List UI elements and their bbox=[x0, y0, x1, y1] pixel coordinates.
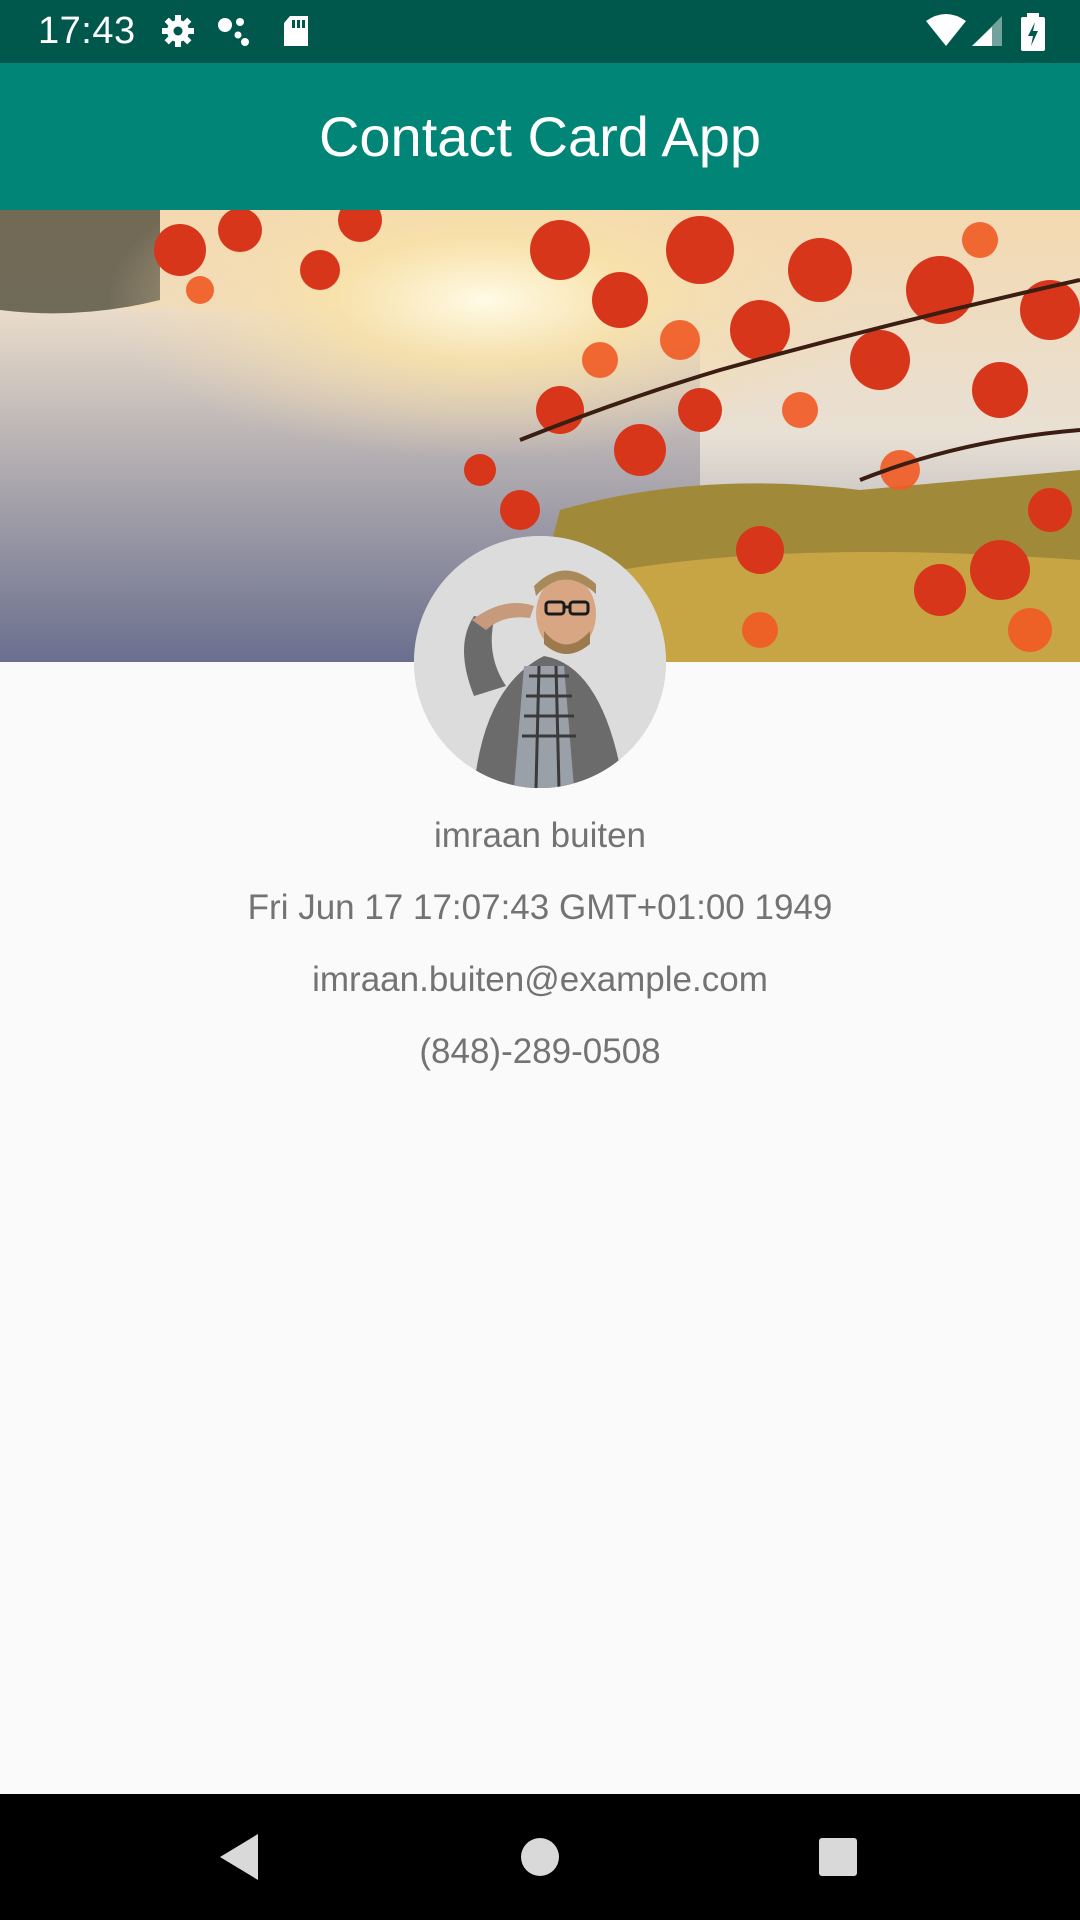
avatar bbox=[414, 536, 666, 788]
contact-name: imraan buiten bbox=[433, 816, 647, 855]
cellular-signal-icon bbox=[970, 13, 1006, 49]
contact-email: imraan.buiten@example.com bbox=[312, 960, 768, 999]
navigation-bar bbox=[0, 1794, 1080, 1920]
network-dots-icon bbox=[216, 13, 252, 49]
battery-charging-icon bbox=[1018, 13, 1048, 51]
app-title: Contact Card App bbox=[318, 104, 762, 168]
back-icon[interactable] bbox=[206, 1824, 272, 1890]
wifi-icon bbox=[924, 13, 968, 49]
contact-phone: (848)-289-0508 bbox=[419, 1032, 661, 1071]
profile-photo bbox=[414, 536, 666, 788]
sd-card-icon bbox=[278, 13, 314, 49]
home-icon[interactable] bbox=[507, 1824, 573, 1890]
status-time: 17:43 bbox=[38, 10, 136, 52]
settings-gear-icon bbox=[160, 13, 196, 49]
app-bar: Contact Card App bbox=[0, 63, 1080, 210]
recents-icon[interactable] bbox=[805, 1824, 871, 1890]
contact-date-of-birth: Fri Jun 17 17:07:43 GMT+01:00 1949 bbox=[247, 888, 833, 927]
status-bar: 17:43 bbox=[0, 0, 1080, 63]
